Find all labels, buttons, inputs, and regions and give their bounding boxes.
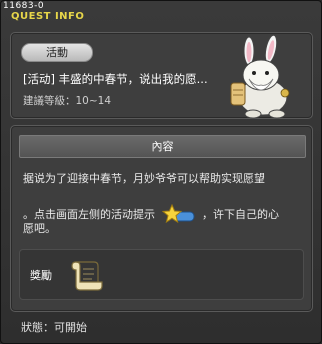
window-title: QUEST INFO [11,11,85,22]
reward-box: 獎勵 [19,249,304,300]
quest-description-line-3: 愿吧。 [23,222,56,235]
quest-level-requirement: 建議等級：10~14 [23,95,112,107]
quest-category-badge: 活動 [21,43,93,62]
quest-details-card: 內容 据说为了迎接中春节，月妙爷爷可以帮助实现愿望 。点击画面左侧的活动提示 ，… [10,125,313,312]
reward-label: 獎勵 [30,269,52,282]
quest-summary-card: 活動 [活动] 丰盛的中春节，说出我的愿... 建議等級：10~14 [10,32,313,119]
details-header: 內容 [19,135,306,158]
quest-id: 11683-0 [3,1,45,11]
quest-status: 狀態：可開始 [21,321,87,334]
quest-description-line-1: 据说为了迎接中春节，月妙爷爷可以帮助实现愿望 [23,172,265,185]
quest-name: [活动] 丰盛的中春节，说出我的愿... [23,72,208,86]
quest-info-window: 11683-0 QUEST INFO 活動 [活动] 丰盛的中春节，说出我的愿.… [0,0,322,344]
scroll-icon[interactable] [68,256,104,294]
npc-rabbit-icon [230,35,290,119]
